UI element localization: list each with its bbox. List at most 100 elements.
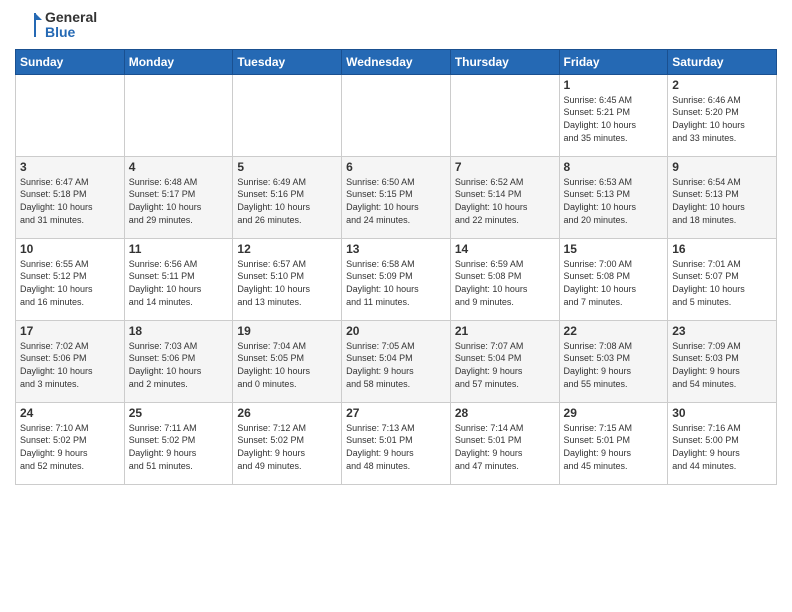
day-cell: 11 Sunrise: 6:56 AM Sunset: 5:11 PM Dayli… xyxy=(124,238,233,320)
day-cell: 20 Sunrise: 7:05 AM Sunset: 5:04 PM Dayli… xyxy=(342,320,451,402)
day-number: 12 xyxy=(237,242,337,256)
day-info: Sunrise: 7:08 AM Sunset: 5:03 PM Dayligh… xyxy=(564,340,664,390)
day-cell: 15 Sunrise: 7:00 AM Sunset: 5:08 PM Dayli… xyxy=(559,238,668,320)
weekday-header-saturday: Saturday xyxy=(668,49,777,74)
day-info: Sunrise: 6:53 AM Sunset: 5:13 PM Dayligh… xyxy=(564,176,664,226)
day-info: Sunrise: 7:02 AM Sunset: 5:06 PM Dayligh… xyxy=(20,340,120,390)
week-row-1: 1 Sunrise: 6:45 AM Sunset: 5:21 PM Daylig… xyxy=(16,74,777,156)
day-number: 2 xyxy=(672,78,772,92)
day-number: 18 xyxy=(129,324,229,338)
day-info: Sunrise: 6:57 AM Sunset: 5:10 PM Dayligh… xyxy=(237,258,337,308)
day-cell: 24Sunrise: 7:10 AM Sunset: 5:02 PM Dayli… xyxy=(16,402,125,484)
day-info: Sunrise: 7:05 AM Sunset: 5:04 PM Dayligh… xyxy=(346,340,446,390)
day-info: Sunrise: 7:13 AM Sunset: 5:01 PM Dayligh… xyxy=(346,422,446,472)
day-number: 23 xyxy=(672,324,772,338)
day-cell xyxy=(450,74,559,156)
day-cell: 5 Sunrise: 6:49 AM Sunset: 5:16 PM Daylig… xyxy=(233,156,342,238)
day-number: 29 xyxy=(564,406,664,420)
day-number: 25 xyxy=(129,406,229,420)
day-info: Sunrise: 7:12 AM Sunset: 5:02 PM Dayligh… xyxy=(237,422,337,472)
logo-icon xyxy=(15,11,43,39)
day-info: Sunrise: 6:49 AM Sunset: 5:16 PM Dayligh… xyxy=(237,176,337,226)
calendar-table: SundayMondayTuesdayWednesdayThursdayFrid… xyxy=(15,49,777,485)
day-info: Sunrise: 7:00 AM Sunset: 5:08 PM Dayligh… xyxy=(564,258,664,308)
weekday-header-thursday: Thursday xyxy=(450,49,559,74)
day-info: Sunrise: 7:16 AM Sunset: 5:00 PM Dayligh… xyxy=(672,422,772,472)
day-cell: 3 Sunrise: 6:47 AM Sunset: 5:18 PM Daylig… xyxy=(16,156,125,238)
day-number: 24 xyxy=(20,406,120,420)
day-cell: 26 Sunrise: 7:12 AM Sunset: 5:02 PM Dayli… xyxy=(233,402,342,484)
logo-blue-text: Blue xyxy=(45,25,97,40)
day-cell: 22Sunrise: 7:08 AM Sunset: 5:03 PM Dayli… xyxy=(559,320,668,402)
day-cell: 12 Sunrise: 6:57 AM Sunset: 5:10 PM Dayli… xyxy=(233,238,342,320)
day-info: Sunrise: 7:11 AM Sunset: 5:02 PM Dayligh… xyxy=(129,422,229,472)
day-number: 28 xyxy=(455,406,555,420)
day-info: Sunrise: 6:55 AM Sunset: 5:12 PM Dayligh… xyxy=(20,258,120,308)
day-cell: 25 Sunrise: 7:11 AM Sunset: 5:02 PM Dayli… xyxy=(124,402,233,484)
day-cell: 30 Sunrise: 7:16 AM Sunset: 5:00 PM Dayli… xyxy=(668,402,777,484)
week-row-4: 17 Sunrise: 7:02 AM Sunset: 5:06 PM Dayli… xyxy=(16,320,777,402)
day-info: Sunrise: 6:46 AM Sunset: 5:20 PM Dayligh… xyxy=(672,94,772,144)
day-number: 14 xyxy=(455,242,555,256)
day-number: 26 xyxy=(237,406,337,420)
day-cell xyxy=(342,74,451,156)
day-number: 17 xyxy=(20,324,120,338)
day-cell: 29 Sunrise: 7:15 AM Sunset: 5:01 PM Dayli… xyxy=(559,402,668,484)
day-info: Sunrise: 6:56 AM Sunset: 5:11 PM Dayligh… xyxy=(129,258,229,308)
day-info: Sunrise: 6:45 AM Sunset: 5:21 PM Dayligh… xyxy=(564,94,664,144)
day-info: Sunrise: 7:04 AM Sunset: 5:05 PM Dayligh… xyxy=(237,340,337,390)
day-number: 9 xyxy=(672,160,772,174)
logo-general-text: General xyxy=(45,10,97,25)
logo: General Blue xyxy=(15,10,97,41)
day-number: 27 xyxy=(346,406,446,420)
day-number: 8 xyxy=(564,160,664,174)
day-cell: 14 Sunrise: 6:59 AM Sunset: 5:08 PM Dayli… xyxy=(450,238,559,320)
day-number: 5 xyxy=(237,160,337,174)
day-number: 7 xyxy=(455,160,555,174)
week-row-2: 3 Sunrise: 6:47 AM Sunset: 5:18 PM Daylig… xyxy=(16,156,777,238)
day-cell: 27 Sunrise: 7:13 AM Sunset: 5:01 PM Dayli… xyxy=(342,402,451,484)
day-cell: 7Sunrise: 6:52 AM Sunset: 5:14 PM Daylig… xyxy=(450,156,559,238)
day-cell: 18 Sunrise: 7:03 AM Sunset: 5:06 PM Dayli… xyxy=(124,320,233,402)
week-row-5: 24Sunrise: 7:10 AM Sunset: 5:02 PM Dayli… xyxy=(16,402,777,484)
day-cell: 8 Sunrise: 6:53 AM Sunset: 5:13 PM Daylig… xyxy=(559,156,668,238)
day-number: 16 xyxy=(672,242,772,256)
day-number: 3 xyxy=(20,160,120,174)
day-number: 1 xyxy=(564,78,664,92)
day-cell: 13Sunrise: 6:58 AM Sunset: 5:09 PM Dayli… xyxy=(342,238,451,320)
day-info: Sunrise: 7:01 AM Sunset: 5:07 PM Dayligh… xyxy=(672,258,772,308)
calendar-page: General Blue SundayMondayTuesdayWednesda… xyxy=(0,0,792,612)
day-number: 15 xyxy=(564,242,664,256)
day-number: 20 xyxy=(346,324,446,338)
weekday-header-friday: Friday xyxy=(559,49,668,74)
day-cell: 16 Sunrise: 7:01 AM Sunset: 5:07 PM Dayli… xyxy=(668,238,777,320)
day-info: Sunrise: 6:47 AM Sunset: 5:18 PM Dayligh… xyxy=(20,176,120,226)
day-info: Sunrise: 7:15 AM Sunset: 5:01 PM Dayligh… xyxy=(564,422,664,472)
day-number: 13 xyxy=(346,242,446,256)
day-cell: 9Sunrise: 6:54 AM Sunset: 5:13 PM Daylig… xyxy=(668,156,777,238)
week-row-3: 10Sunrise: 6:55 AM Sunset: 5:12 PM Dayli… xyxy=(16,238,777,320)
day-cell: 10Sunrise: 6:55 AM Sunset: 5:12 PM Dayli… xyxy=(16,238,125,320)
weekday-header-sunday: Sunday xyxy=(16,49,125,74)
day-info: Sunrise: 6:48 AM Sunset: 5:17 PM Dayligh… xyxy=(129,176,229,226)
day-info: Sunrise: 7:03 AM Sunset: 5:06 PM Dayligh… xyxy=(129,340,229,390)
day-cell xyxy=(124,74,233,156)
weekday-header-row: SundayMondayTuesdayWednesdayThursdayFrid… xyxy=(16,49,777,74)
day-info: Sunrise: 6:59 AM Sunset: 5:08 PM Dayligh… xyxy=(455,258,555,308)
day-cell: 21Sunrise: 7:07 AM Sunset: 5:04 PM Dayli… xyxy=(450,320,559,402)
weekday-header-monday: Monday xyxy=(124,49,233,74)
day-info: Sunrise: 6:50 AM Sunset: 5:15 PM Dayligh… xyxy=(346,176,446,226)
day-number: 30 xyxy=(672,406,772,420)
day-cell: 6Sunrise: 6:50 AM Sunset: 5:15 PM Daylig… xyxy=(342,156,451,238)
day-number: 11 xyxy=(129,242,229,256)
day-cell: 23 Sunrise: 7:09 AM Sunset: 5:03 PM Dayli… xyxy=(668,320,777,402)
logo-text: General Blue xyxy=(45,10,97,41)
day-cell: 2 Sunrise: 6:46 AM Sunset: 5:20 PM Daylig… xyxy=(668,74,777,156)
weekday-header-wednesday: Wednesday xyxy=(342,49,451,74)
day-cell xyxy=(233,74,342,156)
day-info: Sunrise: 7:07 AM Sunset: 5:04 PM Dayligh… xyxy=(455,340,555,390)
day-cell: 19 Sunrise: 7:04 AM Sunset: 5:05 PM Dayli… xyxy=(233,320,342,402)
day-number: 19 xyxy=(237,324,337,338)
day-cell xyxy=(16,74,125,156)
day-info: Sunrise: 7:09 AM Sunset: 5:03 PM Dayligh… xyxy=(672,340,772,390)
